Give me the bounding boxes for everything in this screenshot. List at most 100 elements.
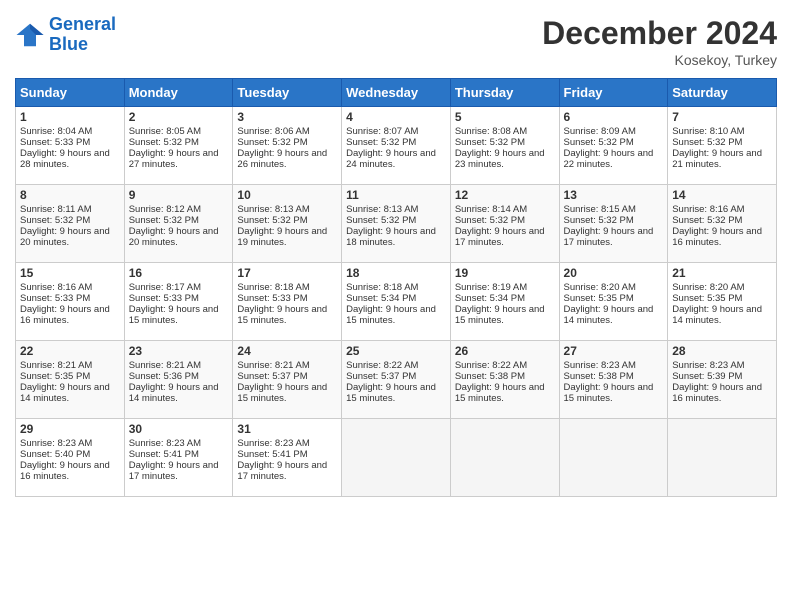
sunset-label: Sunset: 5:33 PM [129, 293, 199, 304]
location: Kosekoy, Turkey [542, 52, 777, 68]
table-row: 2 Sunrise: 8:05 AM Sunset: 5:32 PM Dayli… [124, 107, 233, 185]
logo-line2: Blue [49, 34, 88, 54]
calendar-row: 22 Sunrise: 8:21 AM Sunset: 5:35 PM Dayl… [16, 341, 777, 419]
table-row: 23 Sunrise: 8:21 AM Sunset: 5:36 PM Dayl… [124, 341, 233, 419]
sunrise-label: Sunrise: 8:07 AM [346, 126, 418, 137]
calendar-row: 8 Sunrise: 8:11 AM Sunset: 5:32 PM Dayli… [16, 185, 777, 263]
sunset-label: Sunset: 5:34 PM [455, 293, 525, 304]
day-number: 27 [564, 344, 664, 358]
daylight-label: Daylight: 9 hours and 17 minutes. [237, 460, 327, 482]
sunset-label: Sunset: 5:33 PM [20, 293, 90, 304]
calendar-row: 29 Sunrise: 8:23 AM Sunset: 5:40 PM Dayl… [16, 419, 777, 497]
col-tuesday: Tuesday [233, 79, 342, 107]
day-number: 14 [672, 188, 772, 202]
sunrise-label: Sunrise: 8:21 AM [237, 360, 309, 371]
daylight-label: Daylight: 9 hours and 14 minutes. [564, 304, 654, 326]
daylight-label: Daylight: 9 hours and 17 minutes. [129, 460, 219, 482]
table-row: 5 Sunrise: 8:08 AM Sunset: 5:32 PM Dayli… [450, 107, 559, 185]
sunset-label: Sunset: 5:32 PM [129, 215, 199, 226]
sunset-label: Sunset: 5:32 PM [455, 137, 525, 148]
day-number: 2 [129, 110, 229, 124]
day-number: 11 [346, 188, 446, 202]
day-number: 16 [129, 266, 229, 280]
sunrise-label: Sunrise: 8:23 AM [237, 438, 309, 449]
table-row: 3 Sunrise: 8:06 AM Sunset: 5:32 PM Dayli… [233, 107, 342, 185]
day-number: 1 [20, 110, 120, 124]
sunset-label: Sunset: 5:33 PM [237, 293, 307, 304]
table-row: 11 Sunrise: 8:13 AM Sunset: 5:32 PM Dayl… [342, 185, 451, 263]
table-row: 9 Sunrise: 8:12 AM Sunset: 5:32 PM Dayli… [124, 185, 233, 263]
sunset-label: Sunset: 5:32 PM [20, 215, 90, 226]
daylight-label: Daylight: 9 hours and 14 minutes. [672, 304, 762, 326]
day-number: 19 [455, 266, 555, 280]
sunrise-label: Sunrise: 8:04 AM [20, 126, 92, 137]
sunrise-label: Sunrise: 8:12 AM [129, 204, 201, 215]
daylight-label: Daylight: 9 hours and 15 minutes. [455, 382, 545, 404]
day-number: 20 [564, 266, 664, 280]
sunrise-label: Sunrise: 8:08 AM [455, 126, 527, 137]
table-row [668, 419, 777, 497]
table-row: 1 Sunrise: 8:04 AM Sunset: 5:33 PM Dayli… [16, 107, 125, 185]
page-container: General Blue December 2024 Kosekoy, Turk… [0, 0, 792, 507]
table-row: 7 Sunrise: 8:10 AM Sunset: 5:32 PM Dayli… [668, 107, 777, 185]
header-row: Sunday Monday Tuesday Wednesday Thursday… [16, 79, 777, 107]
day-number: 24 [237, 344, 337, 358]
sunrise-label: Sunrise: 8:06 AM [237, 126, 309, 137]
sunset-label: Sunset: 5:32 PM [237, 137, 307, 148]
table-row: 21 Sunrise: 8:20 AM Sunset: 5:35 PM Dayl… [668, 263, 777, 341]
table-row: 26 Sunrise: 8:22 AM Sunset: 5:38 PM Dayl… [450, 341, 559, 419]
col-friday: Friday [559, 79, 668, 107]
sunset-label: Sunset: 5:37 PM [346, 371, 416, 382]
sunrise-label: Sunrise: 8:13 AM [346, 204, 418, 215]
day-number: 25 [346, 344, 446, 358]
sunrise-label: Sunrise: 8:11 AM [20, 204, 92, 215]
day-number: 6 [564, 110, 664, 124]
day-number: 23 [129, 344, 229, 358]
daylight-label: Daylight: 9 hours and 17 minutes. [455, 226, 545, 248]
table-row: 12 Sunrise: 8:14 AM Sunset: 5:32 PM Dayl… [450, 185, 559, 263]
table-row: 10 Sunrise: 8:13 AM Sunset: 5:32 PM Dayl… [233, 185, 342, 263]
sunset-label: Sunset: 5:32 PM [564, 215, 634, 226]
col-saturday: Saturday [668, 79, 777, 107]
table-row: 13 Sunrise: 8:15 AM Sunset: 5:32 PM Dayl… [559, 185, 668, 263]
sunset-label: Sunset: 5:32 PM [346, 215, 416, 226]
sunrise-label: Sunrise: 8:19 AM [455, 282, 527, 293]
sunrise-label: Sunrise: 8:10 AM [672, 126, 744, 137]
table-row: 29 Sunrise: 8:23 AM Sunset: 5:40 PM Dayl… [16, 419, 125, 497]
daylight-label: Daylight: 9 hours and 20 minutes. [129, 226, 219, 248]
day-number: 30 [129, 422, 229, 436]
table-row: 27 Sunrise: 8:23 AM Sunset: 5:38 PM Dayl… [559, 341, 668, 419]
day-number: 4 [346, 110, 446, 124]
table-row [342, 419, 451, 497]
month-title: December 2024 [542, 15, 777, 52]
col-sunday: Sunday [16, 79, 125, 107]
sunrise-label: Sunrise: 8:23 AM [129, 438, 201, 449]
sunrise-label: Sunrise: 8:21 AM [20, 360, 92, 371]
table-row: 8 Sunrise: 8:11 AM Sunset: 5:32 PM Dayli… [16, 185, 125, 263]
table-row: 17 Sunrise: 8:18 AM Sunset: 5:33 PM Dayl… [233, 263, 342, 341]
table-row: 28 Sunrise: 8:23 AM Sunset: 5:39 PM Dayl… [668, 341, 777, 419]
sunset-label: Sunset: 5:32 PM [672, 137, 742, 148]
sunset-label: Sunset: 5:34 PM [346, 293, 416, 304]
table-row: 22 Sunrise: 8:21 AM Sunset: 5:35 PM Dayl… [16, 341, 125, 419]
day-number: 26 [455, 344, 555, 358]
sunset-label: Sunset: 5:32 PM [237, 215, 307, 226]
sunset-label: Sunset: 5:38 PM [564, 371, 634, 382]
sunrise-label: Sunrise: 8:18 AM [346, 282, 418, 293]
day-number: 9 [129, 188, 229, 202]
daylight-label: Daylight: 9 hours and 23 minutes. [455, 148, 545, 170]
day-number: 15 [20, 266, 120, 280]
sunrise-label: Sunrise: 8:20 AM [672, 282, 744, 293]
daylight-label: Daylight: 9 hours and 15 minutes. [346, 304, 436, 326]
sunset-label: Sunset: 5:41 PM [237, 449, 307, 460]
daylight-label: Daylight: 9 hours and 27 minutes. [129, 148, 219, 170]
day-number: 8 [20, 188, 120, 202]
daylight-label: Daylight: 9 hours and 19 minutes. [237, 226, 327, 248]
daylight-label: Daylight: 9 hours and 16 minutes. [672, 382, 762, 404]
daylight-label: Daylight: 9 hours and 16 minutes. [672, 226, 762, 248]
sunrise-label: Sunrise: 8:15 AM [564, 204, 636, 215]
sunset-label: Sunset: 5:37 PM [237, 371, 307, 382]
table-row: 31 Sunrise: 8:23 AM Sunset: 5:41 PM Dayl… [233, 419, 342, 497]
table-row: 24 Sunrise: 8:21 AM Sunset: 5:37 PM Dayl… [233, 341, 342, 419]
daylight-label: Daylight: 9 hours and 17 minutes. [564, 226, 654, 248]
